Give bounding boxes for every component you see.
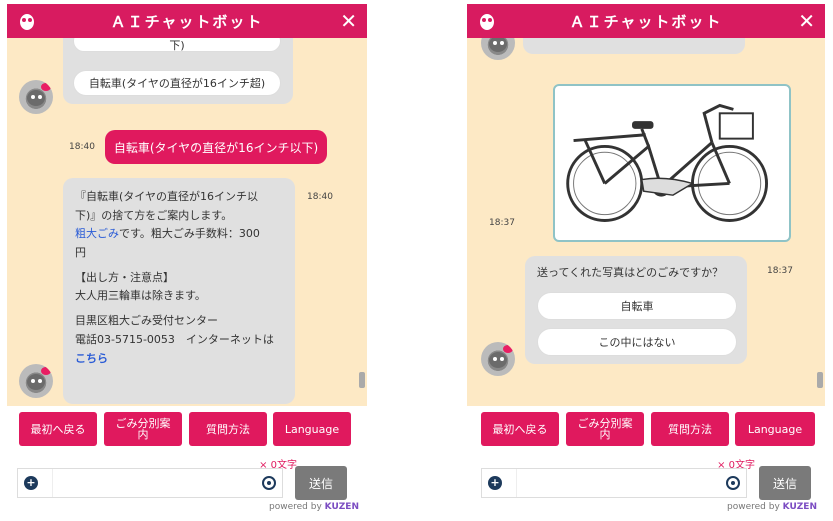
bot-line: 『自転車(タイヤの直径が16インチ以 [75, 190, 258, 203]
back-to-start-button[interactable]: 最初へ戻る [19, 412, 97, 446]
bot-avatar [481, 38, 515, 60]
message-input[interactable] [516, 469, 712, 497]
powered-by: powered by KUZEN [269, 502, 359, 512]
option-partial-button[interactable]: 下) [73, 38, 281, 52]
message-input-row: + [481, 468, 747, 498]
location-icon[interactable] [726, 476, 740, 490]
bot-line: 円 [75, 246, 86, 260]
user-message: 自転車(タイヤの直径が16インチ以下) [105, 130, 327, 164]
chat-window-left: ＡＩチャットボット ✕ 下) 自転車(タイヤの直径が16インチ超) 18:40 … [7, 4, 367, 516]
bot-line: 【出し方・注意点】 [75, 270, 174, 284]
location-icon[interactable] [262, 476, 276, 490]
bot-line: 大人用三輪車は除きます。 [75, 289, 206, 303]
option-bicycle-button[interactable]: 自転車 [537, 292, 737, 320]
bot-message: 『自転車(タイヤの直径が16インチ以 下)』の捨て方をご案内します。 粗大ごみで… [75, 188, 289, 368]
window-title: ＡＩチャットボット [110, 12, 264, 31]
header: ＡＩチャットボット ✕ [467, 4, 825, 38]
timestamp: 18:40 [307, 192, 333, 202]
uploaded-photo [553, 84, 791, 242]
how-to-ask-button[interactable]: 質問方法 [189, 412, 267, 446]
back-to-start-button[interactable]: 最初へ戻る [481, 412, 559, 446]
how-to-ask-button[interactable]: 質問方法 [651, 412, 729, 446]
option-bike-over16-button[interactable]: 自転車(タイヤの直径が16インチ超) [73, 70, 281, 96]
timestamp: 18:37 [767, 266, 793, 276]
chat-area[interactable]: 下) 自転車(タイヤの直径が16インチ超) 18:40 自転車(タイヤの直径が1… [7, 38, 367, 406]
message-input[interactable] [52, 469, 248, 497]
option-none-button[interactable]: この中にはない [537, 328, 737, 356]
chat-area[interactable]: 18:37 18:37 送ってくれた写真はどのごみですか？ 自転車 この中にはな… [467, 38, 825, 406]
plus-icon[interactable]: + [488, 476, 502, 490]
timestamp: 18:40 [69, 142, 95, 152]
sorting-guide-button[interactable]: ごみ分別案内 [566, 412, 644, 446]
plus-icon[interactable]: + [24, 476, 38, 490]
bot-line: 電話03-5715-0053 インターネットは [75, 332, 274, 346]
language-button[interactable]: Language [735, 412, 815, 446]
quick-buttons: 最初へ戻る ごみ分別案内 質問方法 Language [467, 406, 825, 458]
sodai-gomi-link[interactable]: 粗大ごみ [75, 227, 119, 240]
bot-avatar [19, 364, 53, 398]
quick-buttons: 最初へ戻る ごみ分別案内 質問方法 Language [7, 406, 367, 458]
timestamp: 18:37 [489, 218, 515, 228]
powered-by: powered by KUZEN [727, 502, 817, 512]
bot-avatar [19, 80, 53, 114]
owl-logo-icon [20, 14, 34, 30]
header: ＡＩチャットボット ✕ [7, 4, 367, 38]
bot-line: 目黒区粗大ごみ受付センター [75, 314, 218, 328]
question-text: 送ってくれた写真はどのごみですか？ [537, 266, 724, 279]
owl-logo-icon [480, 14, 494, 30]
scrollbar[interactable] [359, 372, 365, 388]
close-icon[interactable]: ✕ [798, 9, 815, 33]
message-input-row: + [17, 468, 283, 498]
sorting-guide-button[interactable]: ごみ分別案内 [104, 412, 182, 446]
bicycle-image [566, 103, 769, 222]
send-button[interactable]: 送信 [759, 466, 811, 500]
scrollbar[interactable] [817, 372, 823, 388]
option-bubble [523, 38, 745, 54]
bot-line: 下)』の捨て方をご案内します。 [75, 208, 233, 222]
internet-link[interactable]: こちら [75, 352, 108, 365]
window-title: ＡＩチャットボット [569, 12, 723, 31]
close-icon[interactable]: ✕ [340, 9, 357, 33]
language-button[interactable]: Language [273, 412, 351, 446]
send-button[interactable]: 送信 [295, 466, 347, 500]
chat-window-right: ＡＩチャットボット ✕ 18:37 18:37 送ってくれた写真はどのごみですか… [467, 4, 825, 516]
bot-avatar [481, 342, 515, 376]
